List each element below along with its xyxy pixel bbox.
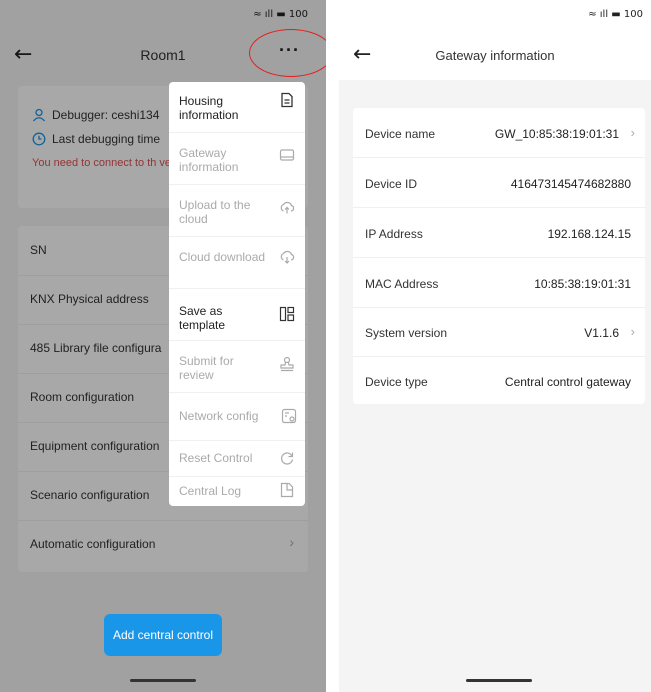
- template-icon: [279, 306, 295, 322]
- menu-item-housing-information[interactable]: Housing information: [169, 82, 305, 133]
- stamp-icon: [280, 356, 294, 372]
- menu-item-label: Gateway information: [179, 146, 239, 174]
- gateway-info-card: Device name GW_10:85:38:19:01:31 › Devic…: [353, 108, 645, 404]
- device-id-row: Device ID 416473145474682880: [353, 158, 645, 208]
- ip-address-row: IP Address 192.168.124.15: [353, 208, 645, 258]
- row-label: Device name: [365, 127, 436, 141]
- highlight-circle: [249, 29, 326, 77]
- row-value: 10:85:38:19:01:31: [534, 277, 631, 291]
- menu-item-label: Save as template: [179, 304, 226, 332]
- menu-item-label: Submit for review: [179, 354, 234, 382]
- row-label: Device ID: [365, 177, 418, 191]
- row-value: 416473145474682880: [510, 177, 631, 191]
- cloud-download-icon: [280, 250, 295, 264]
- menu-item-gateway-information[interactable]: Gateway information: [169, 132, 305, 185]
- menu-item-save-template[interactable]: Save as template: [169, 288, 305, 341]
- menu-item-label: Central Log: [179, 484, 242, 498]
- menu-item-central-log[interactable]: Central Log: [169, 476, 305, 506]
- menu-item-label: Upload to the cloud: [179, 198, 251, 226]
- device-name-row[interactable]: Device name GW_10:85:38:19:01:31 ›: [353, 108, 645, 158]
- more-options-menu: Housing information Gateway information …: [169, 82, 305, 506]
- gateway-info-screen: ≈ ıll ▬ 100 ← Gateway information Device…: [339, 0, 651, 692]
- add-central-control-button[interactable]: Add central control: [104, 614, 222, 656]
- home-indicator: [466, 679, 532, 682]
- row-value: GW_10:85:38:19:01:31: [494, 127, 619, 141]
- system-version-row[interactable]: System version V1.1.6 ›: [353, 307, 645, 357]
- home-indicator: [130, 679, 196, 682]
- chevron-right-icon: ›: [630, 324, 635, 339]
- menu-item-cloud-download[interactable]: Cloud download: [169, 236, 305, 289]
- row-label: MAC Address: [365, 277, 439, 291]
- drive-icon: [279, 149, 295, 161]
- room-screen: ≈ ıll ▬ 100 ← Room1 ··· Debugger: ceshi1…: [0, 0, 326, 692]
- nav-bar: ← Gateway information: [339, 28, 651, 80]
- row-label: IP Address: [365, 227, 423, 241]
- row-value: 192.168.124.15: [547, 227, 631, 241]
- row-label: Device type: [365, 375, 428, 389]
- menu-item-label: Network config: [179, 409, 259, 423]
- device-type-row: Device type Central control gateway: [353, 356, 645, 405]
- cloud-upload-icon: [280, 201, 295, 214]
- log-icon: [280, 482, 294, 498]
- menu-item-label: Reset Control: [179, 451, 253, 465]
- refresh-icon: [281, 452, 294, 465]
- status-icons: ≈ ıll ▬ 100: [588, 9, 643, 20]
- menu-item-reset-control[interactable]: Reset Control: [169, 440, 305, 477]
- network-config-icon: [281, 408, 297, 424]
- row-value: V1.1.6: [584, 326, 619, 340]
- row-value: Central control gateway: [504, 375, 631, 389]
- row-label: System version: [365, 326, 448, 340]
- page-title: Gateway information: [435, 48, 555, 63]
- document-icon: [281, 92, 293, 108]
- menu-item-submit-review[interactable]: Submit for review: [169, 340, 305, 393]
- chevron-right-icon: ›: [630, 125, 635, 140]
- menu-item-label: Cloud download: [179, 250, 266, 264]
- status-bar: ≈ ıll ▬ 100: [339, 0, 651, 28]
- mac-address-row: MAC Address 10:85:38:19:01:31: [353, 258, 645, 308]
- menu-item-network-config[interactable]: Network config: [169, 392, 305, 441]
- menu-item-label: Housing information: [179, 94, 239, 122]
- menu-item-upload-cloud[interactable]: Upload to the cloud: [169, 184, 305, 237]
